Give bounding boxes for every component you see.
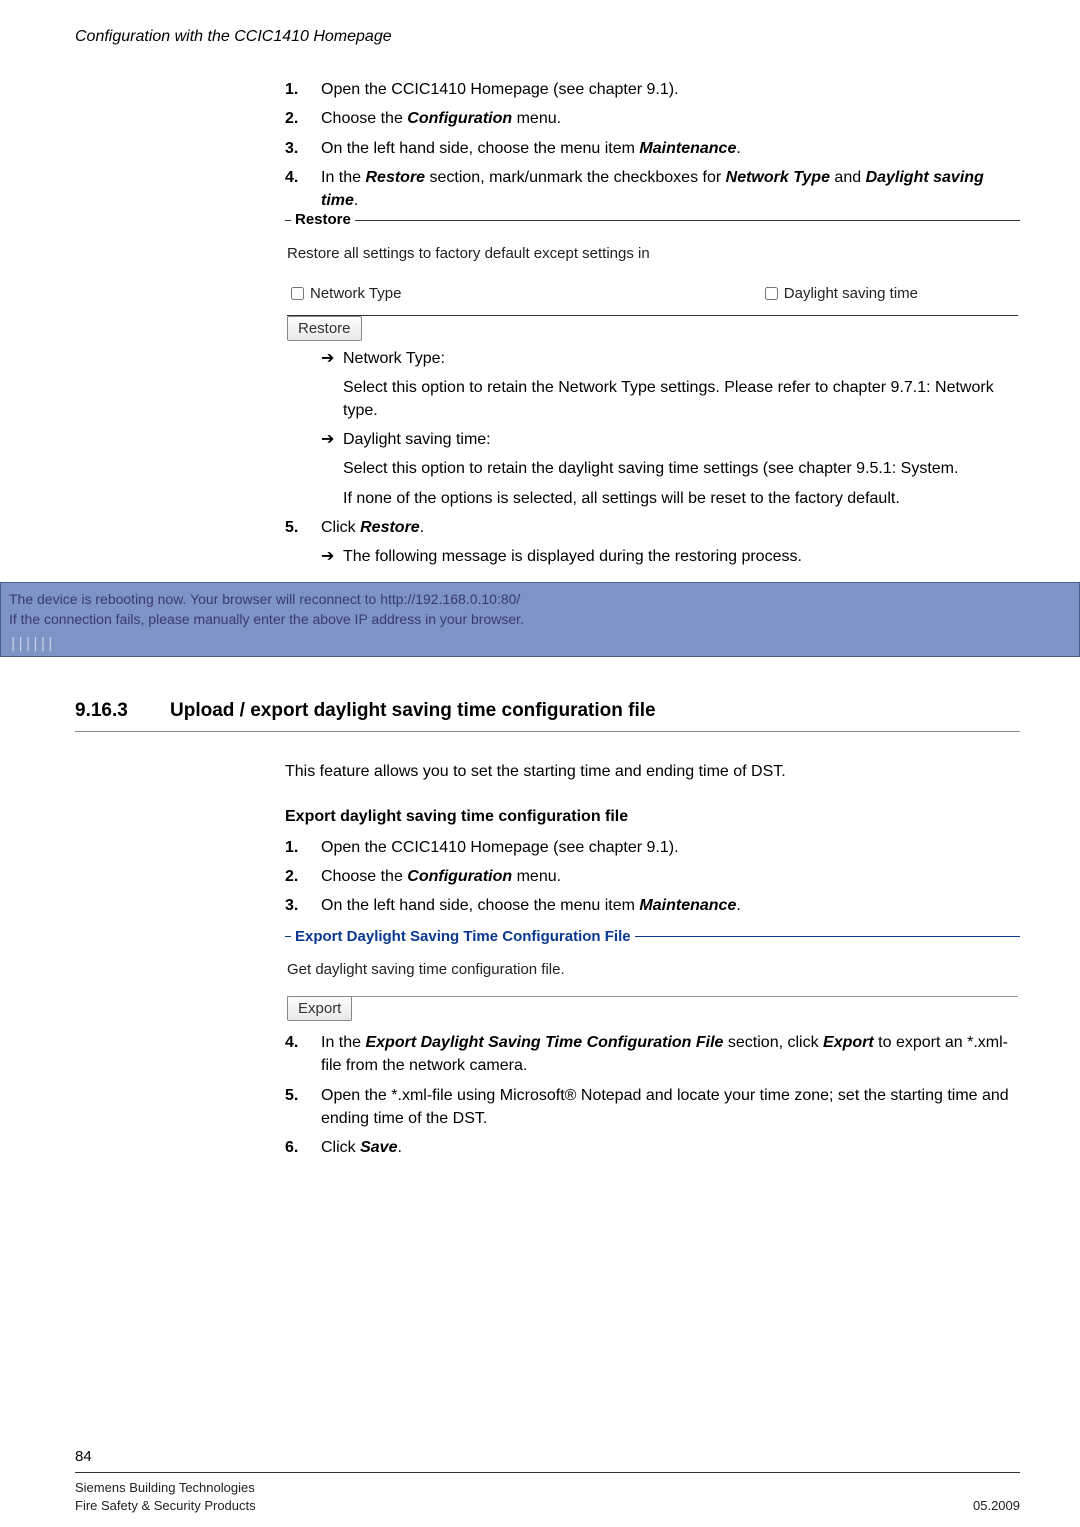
step-num: 1. [285, 78, 321, 101]
step-text: On the left hand side, choose the menu i… [321, 137, 1020, 160]
step-text: Click Save. [321, 1136, 1020, 1159]
step-text: Choose the Configuration menu. [321, 865, 1020, 888]
step-num: 2. [285, 107, 321, 130]
export-description: Get daylight saving time configuration f… [287, 959, 1018, 981]
page-number: 84 [75, 1446, 1020, 1468]
restore-legend: Restore [291, 209, 355, 231]
running-header: Configuration with the CCIC1410 Homepage [75, 25, 1020, 48]
step-5: 5. Click Restore. [285, 516, 1020, 539]
footer-line-1: Siemens Building Technologies [75, 1479, 256, 1497]
mid-step-2: 2. Choose the Configuration menu. [285, 865, 1020, 888]
banner-line-2: If the connection fails, please manually… [9, 609, 1071, 629]
section-title: Upload / export daylight saving time con… [170, 697, 656, 725]
step-3: 3. On the left hand side, choose the men… [285, 137, 1020, 160]
export-legend: Export Daylight Saving Time Configuratio… [291, 926, 635, 948]
page-footer: 84 Siemens Building Technologies Fire Sa… [75, 1446, 1020, 1515]
step-text: Click Restore. [321, 516, 1020, 539]
end-step-6: 6. Click Save. [285, 1136, 1020, 1159]
export-button[interactable]: Export [287, 996, 352, 1021]
step-text: Open the *.xml-file using Microsoft® Not… [321, 1084, 1020, 1130]
step-num: 3. [285, 894, 321, 917]
footer-line-2: Fire Safety & Security Products [75, 1497, 256, 1515]
daylight-saving-checkbox[interactable]: Daylight saving time [761, 283, 918, 305]
bullet-daylight-desc2: If none of the options is selected, all … [343, 487, 1020, 510]
end-step-4: 4. In the Export Daylight Saving Time Co… [285, 1031, 1020, 1077]
mid-step-1: 1. Open the CCIC1410 Homepage (see chapt… [285, 836, 1020, 859]
step-num: 6. [285, 1136, 321, 1159]
step-text: In the Export Daylight Saving Time Confi… [321, 1031, 1020, 1077]
step-text: Open the CCIC1410 Homepage (see chapter … [321, 78, 1020, 101]
restore-button[interactable]: Restore [287, 316, 362, 341]
bullet-network-type-desc: Select this option to retain the Network… [343, 376, 1020, 422]
end-step-5: 5. Open the *.xml-file using Microsoft® … [285, 1084, 1020, 1130]
step-text: Choose the Configuration menu. [321, 107, 1020, 130]
step-text: In the Restore section, mark/unmark the … [321, 166, 1020, 212]
export-subheading: Export daylight saving time configuratio… [285, 805, 1020, 828]
bullet-network-type: Network Type: [321, 347, 1020, 370]
restore-description: Restore all settings to factory default … [287, 243, 1018, 265]
step-5-result: The following message is displayed durin… [321, 545, 1020, 568]
daylight-saving-checkbox-input[interactable] [765, 287, 778, 300]
step-2: 2. Choose the Configuration menu. [285, 107, 1020, 130]
step-1: 1. Open the CCIC1410 Homepage (see chapt… [285, 78, 1020, 101]
network-type-checkbox[interactable]: Network Type [287, 283, 401, 305]
export-fieldset: Export Daylight Saving Time Configuratio… [285, 936, 1020, 1022]
bullet-daylight-desc: Select this option to retain the dayligh… [343, 457, 1020, 480]
step-num: 2. [285, 865, 321, 888]
section-rule [75, 731, 1020, 732]
step-text: Open the CCIC1410 Homepage (see chapter … [321, 836, 1020, 859]
step-num: 4. [285, 166, 321, 212]
footer-date: 05.2009 [973, 1497, 1020, 1515]
banner-line-1: The device is rebooting now. Your browse… [9, 589, 1071, 609]
step-num: 1. [285, 836, 321, 859]
section-number: 9.16.3 [75, 697, 170, 725]
reboot-banner: The device is rebooting now. Your browse… [0, 582, 1080, 657]
step-text: On the left hand side, choose the menu i… [321, 894, 1020, 917]
step-num: 5. [285, 516, 321, 539]
step-num: 4. [285, 1031, 321, 1077]
section-intro: This feature allows you to set the start… [285, 760, 1020, 783]
bullet-daylight: Daylight saving time: [321, 428, 1020, 451]
step-num: 5. [285, 1084, 321, 1130]
step-4: 4. In the Restore section, mark/unmark t… [285, 166, 1020, 212]
banner-progress: |||||| [9, 634, 1071, 654]
restore-fieldset: Restore Restore all settings to factory … [285, 220, 1020, 341]
mid-step-3: 3. On the left hand side, choose the men… [285, 894, 1020, 917]
step-num: 3. [285, 137, 321, 160]
network-type-checkbox-input[interactable] [291, 287, 304, 300]
